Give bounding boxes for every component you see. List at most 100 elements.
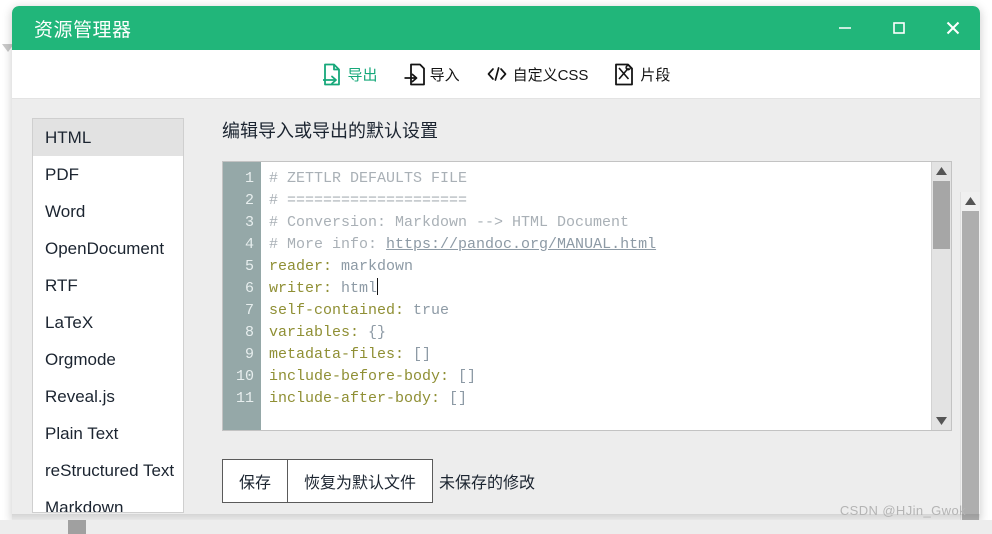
sidebar-item-markdown[interactable]: Markdown	[33, 489, 183, 513]
horizontal-scrollbar[interactable]	[0, 520, 992, 534]
line-number: 9	[244, 346, 254, 363]
editor-scrollbar[interactable]	[931, 162, 951, 430]
page-title: 编辑导入或导出的默认设置	[222, 121, 438, 141]
code-token-comment: # More info:	[269, 236, 387, 253]
code-token-key: self-contained:	[269, 302, 405, 319]
code-token-comment: # ZETTLR DEFAULTS FILE	[269, 170, 468, 187]
title-bar: 资源管理器	[12, 6, 980, 50]
sidebar-item-restructured-text[interactable]: reStructured Text	[33, 452, 183, 489]
sidebar-item-orgmode[interactable]: Orgmode	[33, 341, 183, 378]
window-scrollbar[interactable]	[960, 192, 980, 520]
sidebar-item-label: Plain Text	[45, 424, 119, 443]
window-title: 资源管理器	[34, 19, 132, 41]
code-editor[interactable]: 1 2 3 4 5 6 7 8 9 10 11 # ZETTLR DEFAULT…	[222, 161, 952, 431]
code-token-key: variables:	[269, 324, 360, 341]
code-line: include-before-body: []	[269, 366, 951, 388]
line-number: 4	[244, 236, 254, 253]
sidebar-item-opendocument[interactable]: OpenDocument	[33, 230, 183, 267]
code-token-val: {}	[359, 324, 387, 341]
sidebar-item-label: PDF	[45, 165, 79, 184]
tab-import-label: 导入	[429, 66, 460, 84]
sidebar-item-plain-text[interactable]: Plain Text	[33, 415, 183, 452]
restore-default-button[interactable]: 恢复为默认文件	[288, 459, 434, 503]
window-body: HTML PDF Word OpenDocument RTF LaTeX Org…	[12, 99, 980, 520]
sidebar-item-label: HTML	[45, 128, 92, 147]
window-scroll-up-arrow-icon[interactable]	[961, 192, 980, 210]
code-token-val: markdown	[332, 258, 414, 275]
sidebar-item-latex[interactable]: LaTeX	[33, 304, 183, 341]
close-button[interactable]	[926, 6, 980, 50]
format-list[interactable]: HTML PDF Word OpenDocument RTF LaTeX Org…	[32, 118, 184, 513]
line-number: 1	[244, 170, 254, 187]
code-token-key: include-before-body:	[269, 368, 450, 385]
main-panel: 编辑导入或导出的默认设置 1 2 3 4 5 6 7 8 9 10 11 # Z…	[212, 99, 980, 520]
code-token-link[interactable]: https://pandoc.org/MANUAL.html	[386, 236, 656, 253]
sidebar-item-revealjs[interactable]: Reveal.js	[33, 378, 183, 415]
sidebar: HTML PDF Word OpenDocument RTF LaTeX Org…	[12, 99, 184, 520]
maximize-icon	[891, 20, 907, 36]
snippet-icon	[614, 63, 635, 86]
action-buttons: 保存 恢复为默认文件 未保存的修改	[222, 459, 980, 503]
sidebar-item-word[interactable]: Word	[33, 193, 183, 230]
close-icon	[944, 19, 962, 37]
line-number: 10	[235, 368, 254, 385]
sidebar-item-pdf[interactable]: PDF	[33, 156, 183, 193]
code-token-val: []	[404, 346, 432, 363]
tab-custom-css-label: 自定义CSS	[512, 66, 589, 84]
save-button[interactable]: 保存	[222, 459, 289, 503]
line-number: 2	[244, 192, 254, 209]
tab-export[interactable]: 导出	[320, 60, 380, 89]
sidebar-item-label: RTF	[45, 276, 78, 295]
code-line: # ====================	[269, 190, 951, 212]
export-icon	[322, 63, 343, 86]
sidebar-item-label: Reveal.js	[45, 387, 115, 406]
application-window: 资源管理器 导出 导入 自定义CSS 片段 HTML PDF Word Open…	[12, 6, 980, 520]
minimize-button[interactable]	[818, 6, 872, 50]
tab-custom-css[interactable]: 自定义CSS	[484, 61, 591, 88]
maximize-button[interactable]	[872, 6, 926, 50]
screen: 资源管理器 导出 导入 自定义CSS 片段 HTML PDF Word Open…	[0, 0, 992, 534]
sidebar-item-html[interactable]: HTML	[33, 119, 183, 156]
code-token-val: []	[449, 368, 477, 385]
toolbar: 导出 导入 自定义CSS 片段	[12, 50, 980, 99]
tab-import[interactable]: 导入	[402, 60, 462, 89]
line-number: 6	[244, 280, 254, 297]
window-scrollbar-thumb[interactable]	[962, 211, 979, 520]
minimize-icon	[837, 20, 853, 36]
sidebar-item-label: LaTeX	[45, 313, 94, 332]
status-badge: 未保存的修改	[439, 475, 536, 492]
code-line: include-after-body: []	[269, 388, 951, 410]
line-number: 11	[235, 390, 254, 407]
scroll-up-arrow-icon[interactable]	[932, 162, 951, 180]
code-line: # ZETTLR DEFAULTS FILE	[269, 168, 951, 190]
sidebar-item-label: OpenDocument	[45, 239, 165, 258]
code-token-key: writer:	[269, 280, 333, 297]
editor-scrollbar-thumb[interactable]	[933, 181, 950, 249]
sidebar-item-label: Word	[45, 202, 86, 221]
tab-snippets[interactable]: 片段	[612, 60, 672, 89]
code-content[interactable]: # ZETTLR DEFAULTS FILE # ================…	[261, 162, 951, 430]
window-controls	[818, 6, 980, 50]
code-line: variables: {}	[269, 322, 951, 344]
line-number: 5	[244, 258, 254, 275]
code-line: self-contained: true	[269, 300, 951, 322]
scroll-down-arrow-icon[interactable]	[932, 412, 951, 430]
code-line: metadata-files: []	[269, 344, 951, 366]
line-number: 7	[244, 302, 254, 319]
watermark: CSDN @HJin_Gwok	[839, 503, 966, 518]
code-icon	[486, 66, 508, 82]
horizontal-scrollbar-thumb[interactable]	[68, 520, 86, 534]
code-token-comment: # ====================	[269, 192, 468, 209]
code-line: # More info: https://pandoc.org/MANUAL.h…	[269, 234, 951, 256]
code-token-val: []	[440, 390, 468, 407]
code-line: # Conversion: Markdown --> HTML Document	[269, 212, 951, 234]
code-token-val: true	[404, 302, 450, 319]
code-token-key: include-after-body:	[269, 390, 441, 407]
code-line: writer: html	[269, 278, 951, 300]
sidebar-item-label: Markdown	[45, 498, 124, 513]
code-token-key: metadata-files:	[269, 346, 405, 363]
sidebar-item-rtf[interactable]: RTF	[33, 267, 183, 304]
sidebar-item-label: reStructured Text	[45, 461, 175, 480]
tab-export-label: 导出	[347, 66, 378, 84]
tab-snippets-label: 片段	[640, 66, 671, 84]
